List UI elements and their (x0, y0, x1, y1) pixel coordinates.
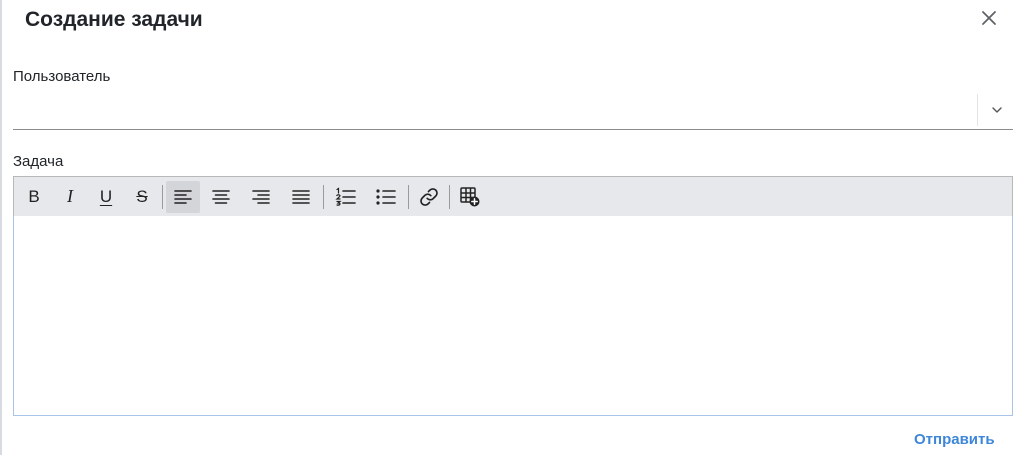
bold-icon: B (28, 187, 40, 206)
bullet-list-icon (376, 188, 396, 205)
user-select[interactable] (13, 90, 1013, 130)
align-center-icon (212, 189, 230, 204)
close-button[interactable] (977, 6, 1001, 30)
underline-button[interactable]: U (89, 181, 123, 213)
align-left-icon (174, 189, 192, 204)
ordered-list-button[interactable] (327, 181, 365, 213)
align-right-icon (252, 189, 270, 204)
underline-icon: U (99, 187, 113, 206)
select-dropdown-button[interactable] (987, 100, 1007, 120)
select-divider (977, 94, 978, 126)
toolbar-separator (323, 184, 324, 209)
strikethrough-button[interactable]: S (125, 181, 159, 213)
task-editor[interactable] (13, 216, 1013, 416)
strikethrough-icon: S (136, 187, 148, 206)
toolbar-separator (408, 184, 409, 209)
table-add-icon (460, 186, 480, 206)
toolbar-separator (449, 184, 450, 209)
align-right-button[interactable] (242, 181, 280, 213)
italic-button[interactable]: I (53, 181, 87, 213)
align-left-button[interactable] (166, 180, 200, 213)
close-icon (982, 11, 996, 25)
dialog-title: Создание задачи (25, 8, 203, 31)
insert-table-button[interactable] (453, 181, 487, 213)
bullet-list-button[interactable] (367, 181, 405, 213)
italic-icon: I (67, 186, 73, 206)
task-field-label: Задача (13, 153, 64, 170)
align-center-button[interactable] (202, 181, 240, 213)
user-field-label: Пользователь (13, 68, 111, 85)
link-button[interactable] (412, 181, 446, 213)
submit-button[interactable]: Отправить (906, 428, 1003, 452)
align-justify-button[interactable] (282, 181, 320, 213)
align-justify-icon (292, 189, 310, 204)
ordered-list-icon (335, 186, 356, 206)
editor-toolbar: B I U S (13, 176, 1013, 217)
chevron-down-icon (992, 107, 1002, 113)
link-icon (420, 187, 438, 206)
bold-button[interactable]: B (17, 181, 51, 213)
create-task-dialog: Создание задачи Пользователь Задача B I … (0, 0, 1022, 455)
toolbar-separator (162, 184, 163, 209)
